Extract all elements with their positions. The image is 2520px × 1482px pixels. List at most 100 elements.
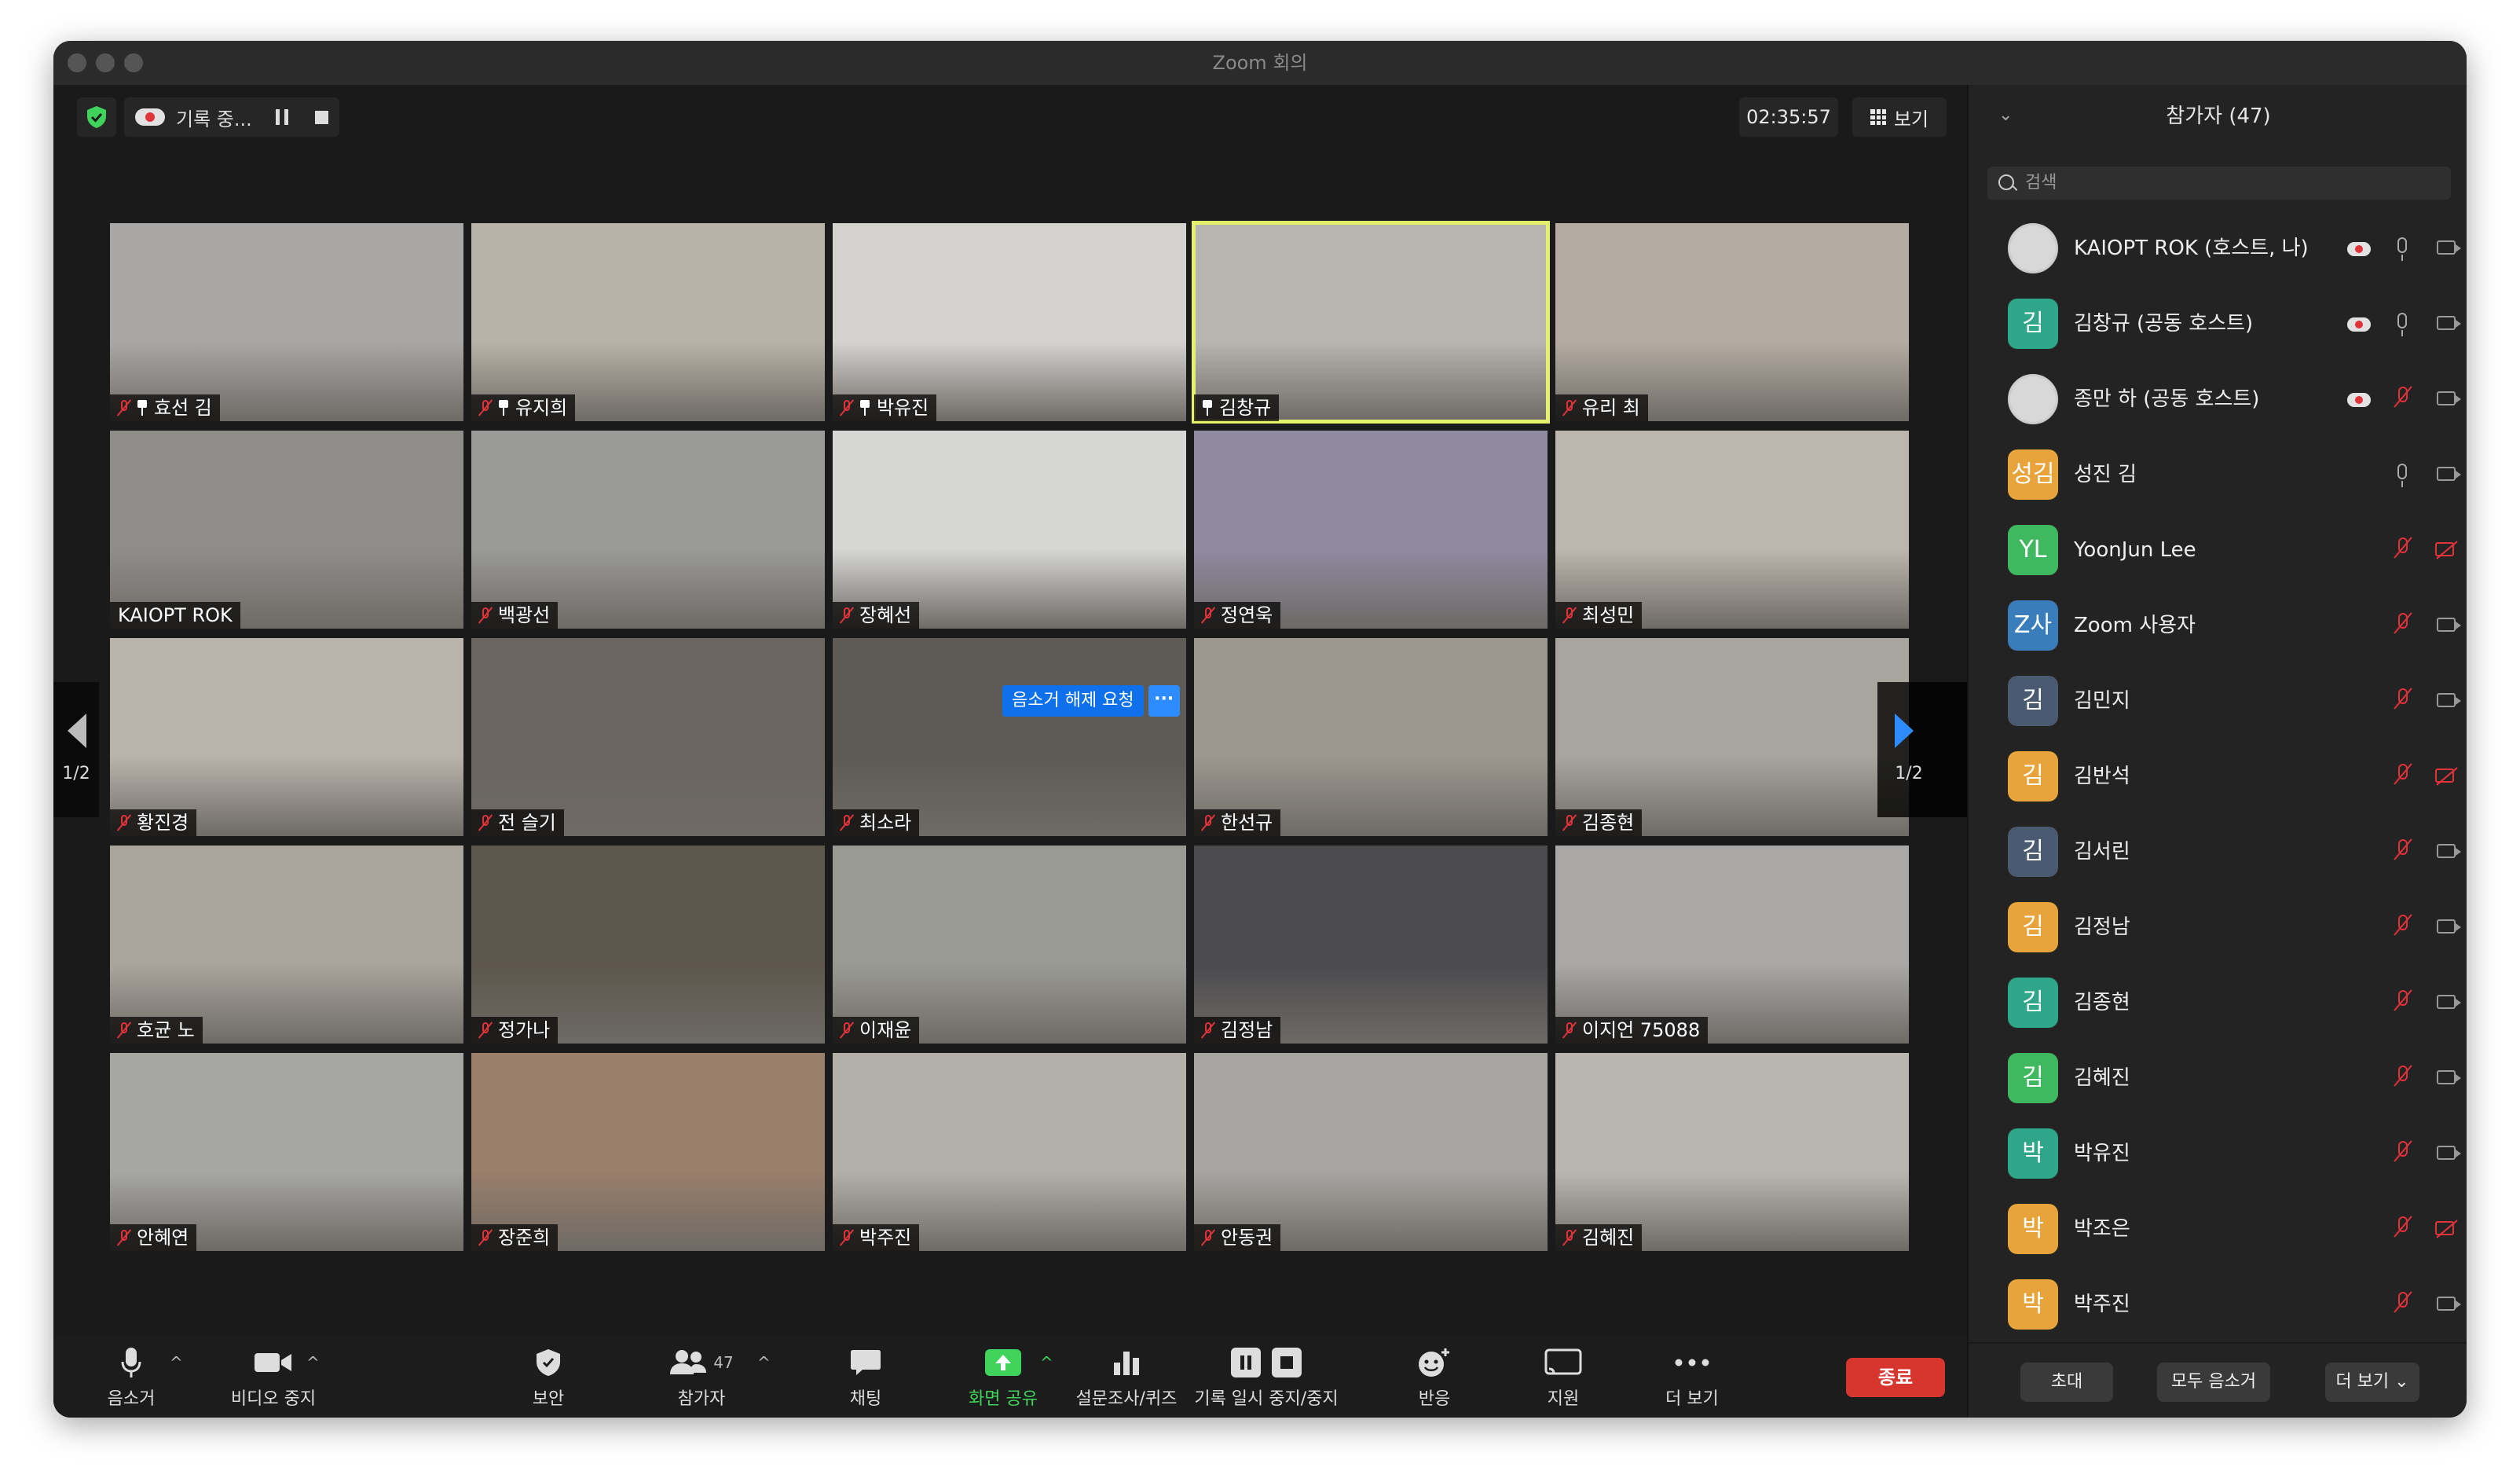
mic-muted-icon[interactable] bbox=[2393, 1139, 2413, 1163]
mic-muted-icon[interactable] bbox=[2393, 536, 2413, 559]
mute-all-button[interactable]: 모두 음소거 bbox=[2157, 1363, 2270, 1402]
participant-row[interactable]: Z사 Zoom 사용자 bbox=[1969, 588, 2467, 663]
video-tile[interactable]: 전 슬기 bbox=[471, 638, 825, 836]
participant-row[interactable]: 종만 하 (공동 호스트) bbox=[1969, 361, 2467, 437]
mic-muted-icon[interactable] bbox=[2393, 1215, 2413, 1238]
microphone-icon[interactable] bbox=[2397, 464, 2407, 487]
participant-row[interactable]: 김 김정남 bbox=[1969, 890, 2467, 965]
video-tile[interactable]: 장혜선 bbox=[833, 431, 1186, 629]
microphone-icon[interactable] bbox=[2397, 313, 2407, 336]
video-tile[interactable]: 한선규 bbox=[1194, 638, 1548, 836]
pause-recording-icon[interactable] bbox=[275, 109, 288, 125]
video-tile[interactable]: 백광선 bbox=[471, 431, 825, 629]
share-options-chevron-icon[interactable]: ^ bbox=[1040, 1353, 1053, 1372]
video-camera-icon[interactable] bbox=[2437, 240, 2461, 255]
video-tile[interactable]: 안혜연 bbox=[110, 1053, 463, 1251]
video-tile[interactable]: 박유진 bbox=[833, 223, 1186, 421]
video-off-icon[interactable] bbox=[2435, 765, 2460, 786]
participant-search-input[interactable]: 검색 bbox=[1987, 167, 2451, 200]
participant-row[interactable]: 김 김창규 (공동 호스트) bbox=[1969, 286, 2467, 361]
ask-to-unmute-button[interactable]: 음소거 해제 요청 bbox=[1002, 685, 1144, 717]
video-off-icon[interactable] bbox=[2435, 1218, 2460, 1238]
tile-more-options-button[interactable]: ··· bbox=[1148, 685, 1180, 717]
recording-indicator[interactable]: 기록 중... bbox=[124, 97, 339, 137]
video-options-chevron-icon[interactable]: ^ bbox=[306, 1353, 320, 1372]
microphone-icon[interactable] bbox=[2397, 237, 2407, 261]
mic-muted-icon[interactable] bbox=[2393, 1064, 2413, 1088]
video-tile[interactable]: 효선 김 bbox=[110, 223, 463, 421]
prev-page-button[interactable]: 1/2 bbox=[53, 682, 99, 817]
participant-row[interactable]: 박 박유진 bbox=[1969, 1116, 2467, 1191]
mic-muted-icon[interactable] bbox=[2393, 687, 2413, 710]
video-camera-icon[interactable] bbox=[2437, 316, 2461, 330]
video-tile[interactable]: 안동권 bbox=[1194, 1053, 1548, 1251]
video-tile[interactable]: 김종현 bbox=[1555, 638, 1909, 836]
video-tile[interactable]: 김정남 bbox=[1194, 846, 1548, 1044]
video-tile[interactable]: 유리 최 bbox=[1555, 223, 1909, 421]
video-tile[interactable]: 장준희 bbox=[471, 1053, 825, 1251]
view-button[interactable]: 보기 bbox=[1852, 97, 1947, 137]
video-tile[interactable]: 호균 노 bbox=[110, 846, 463, 1044]
video-tile[interactable]: 유지희 bbox=[471, 223, 825, 421]
participant-row[interactable]: 김 김서린 bbox=[1969, 814, 2467, 890]
participant-row[interactable]: 김 김반석 bbox=[1969, 739, 2467, 814]
record-controls-button[interactable]: 기록 일시 중지/중지 bbox=[1188, 1345, 1345, 1410]
video-tile[interactable]: KAIOPT ROK bbox=[110, 431, 463, 629]
participants-button[interactable]: 47 참가자 bbox=[658, 1345, 745, 1410]
mic-muted-icon[interactable] bbox=[2393, 913, 2413, 937]
more-button[interactable]: 더 보기 bbox=[1653, 1345, 1731, 1410]
video-tile[interactable]: 정가나 bbox=[471, 846, 825, 1044]
video-camera-icon[interactable] bbox=[2437, 844, 2461, 858]
mic-muted-icon[interactable] bbox=[2393, 611, 2413, 635]
polls-button[interactable]: 설문조사/퀴즈 bbox=[1071, 1345, 1181, 1410]
support-button[interactable]: 지원 bbox=[1532, 1345, 1595, 1410]
video-tile[interactable]: 이지언 75088 bbox=[1555, 846, 1909, 1044]
video-camera-icon[interactable] bbox=[2437, 1297, 2461, 1311]
video-camera-icon[interactable] bbox=[2437, 467, 2461, 481]
participant-row[interactable]: 박 박조은 bbox=[1969, 1191, 2467, 1267]
invite-button[interactable]: 초대 bbox=[2020, 1363, 2113, 1402]
participant-row[interactable]: 김 김종현 bbox=[1969, 965, 2467, 1040]
next-page-button[interactable]: 1/2 bbox=[1877, 682, 1967, 817]
mic-muted-icon[interactable] bbox=[2393, 385, 2413, 409]
stop-recording-icon[interactable] bbox=[314, 110, 328, 124]
video-tile[interactable]: 황진경 bbox=[110, 638, 463, 836]
video-camera-icon[interactable] bbox=[2437, 1070, 2461, 1084]
participant-row[interactable]: 박 박주진 bbox=[1969, 1267, 2467, 1342]
mic-muted-icon[interactable] bbox=[2393, 838, 2413, 861]
window-title: Zoom 회의 bbox=[1212, 52, 1308, 74]
end-meeting-button[interactable]: 종료 bbox=[1846, 1358, 1945, 1397]
chat-button[interactable]: 채팅 bbox=[834, 1345, 897, 1410]
reactions-button[interactable]: 반응 bbox=[1403, 1345, 1466, 1410]
participant-row[interactable]: 성김 성진 김 bbox=[1969, 437, 2467, 512]
mic-muted-icon[interactable] bbox=[2393, 989, 2413, 1012]
video-tile[interactable]: 박주진 bbox=[833, 1053, 1186, 1251]
video-camera-icon[interactable] bbox=[2437, 693, 2461, 707]
share-screen-button[interactable]: 화면 공유 bbox=[960, 1345, 1046, 1410]
participant-row[interactable]: 김 김혜진 bbox=[1969, 1040, 2467, 1116]
mic-muted-icon[interactable] bbox=[2393, 1290, 2413, 1314]
video-tile[interactable]: 김창규 bbox=[1192, 221, 1550, 424]
security-status-button[interactable] bbox=[77, 97, 116, 137]
video-camera-icon[interactable] bbox=[2437, 1146, 2461, 1160]
participant-row[interactable]: KAIOPT ROK (호스트, 나) bbox=[1969, 211, 2467, 286]
participant-row[interactable]: YL YoonJun Lee bbox=[1969, 512, 2467, 588]
mic-muted-icon[interactable] bbox=[2393, 762, 2413, 786]
video-tile[interactable]: 김혜진 bbox=[1555, 1053, 1909, 1251]
video-camera-icon[interactable] bbox=[2437, 919, 2461, 934]
avatar: 김 bbox=[2008, 751, 2058, 802]
video-tile[interactable]: 최소라 bbox=[833, 638, 1186, 836]
mute-button[interactable]: 음소거 bbox=[88, 1345, 174, 1410]
video-camera-icon[interactable] bbox=[2437, 618, 2461, 632]
video-off-icon[interactable] bbox=[2435, 539, 2460, 559]
audio-options-chevron-icon[interactable]: ^ bbox=[170, 1353, 183, 1372]
panel-more-button[interactable]: 더 보기 ⌄ bbox=[2325, 1363, 2419, 1402]
security-button[interactable]: 보안 bbox=[517, 1345, 580, 1410]
video-tile[interactable]: 정연욱 bbox=[1194, 431, 1548, 629]
video-tile[interactable]: 최성민 bbox=[1555, 431, 1909, 629]
participants-options-chevron-icon[interactable]: ^ bbox=[757, 1353, 771, 1372]
participant-row[interactable]: 김 김민지 bbox=[1969, 663, 2467, 739]
video-camera-icon[interactable] bbox=[2437, 391, 2461, 405]
video-camera-icon[interactable] bbox=[2437, 995, 2461, 1009]
video-tile[interactable]: 이재윤 bbox=[833, 846, 1186, 1044]
